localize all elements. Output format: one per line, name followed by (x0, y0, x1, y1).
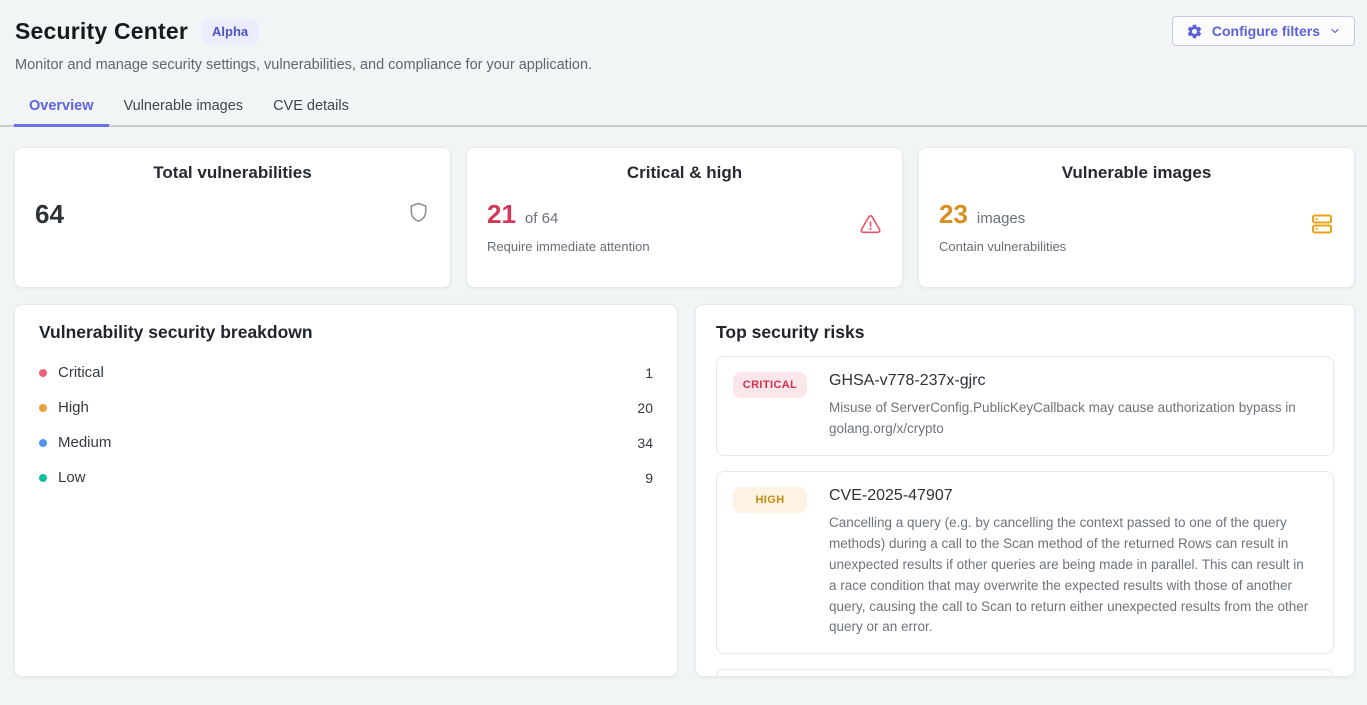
chevron-down-icon (1329, 25, 1341, 37)
stat-cards-row: Total vulnerabilities 64 Critical & high (14, 147, 1355, 288)
stat-card-title: Total vulnerabilities (35, 163, 430, 183)
low-dot-icon (39, 474, 47, 482)
breakdown-legend: Critical 1 High 20 Medium 34 (39, 355, 653, 495)
gear-icon (1186, 23, 1203, 40)
vulnerable-images-value: 23 (939, 199, 968, 230)
tab-bar: Overview Vulnerable images CVE details (0, 90, 1367, 127)
top-risks-title: Top security risks (716, 322, 1334, 343)
legend-value-low: 9 (645, 470, 653, 486)
severity-badge-high: HIGH (733, 487, 807, 513)
total-vulnerabilities-card: Total vulnerabilities 64 (14, 147, 451, 288)
page-subtitle: Monitor and manage security settings, vu… (15, 57, 1355, 73)
vulnerable-images-card: Vulnerable images 23 images Contain vuln… (918, 147, 1355, 288)
warning-triangle-icon (859, 213, 882, 241)
risk-list: CRITICAL GHSA-v778-237x-gjrc Misuse of S… (716, 356, 1334, 677)
risk-card-ghsa-v778-237x-gjrc[interactable]: CRITICAL GHSA-v778-237x-gjrc Misuse of S… (716, 356, 1334, 456)
legend-row-low: Low 9 (39, 460, 653, 495)
stat-card-title: Critical & high (487, 163, 882, 183)
legend-label-medium: Medium (58, 434, 111, 451)
risk-id: CVE-2025-47907 (829, 487, 1317, 505)
high-dot-icon (39, 404, 47, 412)
vulnerable-images-caption: Contain vulnerabilities (939, 239, 1066, 254)
risk-description: Misuse of ServerConfig.PublicKeyCallback… (829, 398, 1317, 440)
configure-filters-button[interactable]: Configure filters (1172, 16, 1355, 46)
top-security-risks-panel: Top security risks CRITICAL GHSA-v778-23… (695, 304, 1355, 677)
severity-badge-critical: CRITICAL (733, 372, 807, 398)
vulnerability-breakdown-panel: Vulnerability security breakdown Critica… (14, 304, 678, 677)
critical-high-value: 21 (487, 199, 516, 230)
legend-row-medium: Medium 34 (39, 425, 653, 460)
stat-card-title: Vulnerable images (939, 163, 1334, 183)
page-title: Security Center (15, 18, 188, 45)
critical-dot-icon (39, 369, 47, 377)
legend-value-medium: 34 (637, 435, 653, 451)
critical-high-suffix: of 64 (525, 210, 558, 227)
total-vulnerabilities-value: 64 (35, 199, 64, 230)
server-stack-icon (1310, 212, 1334, 241)
risk-description: Cancelling a query (e.g. by cancelling t… (829, 513, 1317, 639)
critical-high-caption: Require immediate attention (487, 239, 650, 254)
legend-label-low: Low (58, 469, 86, 486)
shield-icon (407, 200, 430, 230)
legend-value-high: 20 (637, 400, 653, 416)
legend-row-critical: Critical 1 (39, 355, 653, 390)
critical-high-card: Critical & high 21 of 64 Require immedia… (466, 147, 903, 288)
medium-dot-icon (39, 439, 47, 447)
risk-id: GHSA-v778-237x-gjrc (829, 372, 1317, 390)
bottom-panels-row: Vulnerability security breakdown Critica… (14, 304, 1355, 677)
page-header: Security Center Alpha Configure filters … (0, 0, 1367, 73)
risk-card-cve-2025-9086[interactable]: HIGH CVE-2025-9086 (716, 669, 1334, 677)
tab-vulnerable-images[interactable]: Vulnerable images (109, 90, 259, 125)
main-content: Total vulnerabilities 64 Critical & high (0, 127, 1367, 677)
breakdown-title: Vulnerability security breakdown (39, 322, 653, 343)
configure-filters-label: Configure filters (1212, 23, 1320, 39)
vulnerable-images-suffix: images (977, 210, 1025, 227)
legend-label-critical: Critical (58, 364, 104, 381)
alpha-badge: Alpha (201, 19, 259, 44)
tab-cve-details[interactable]: CVE details (258, 90, 364, 125)
risk-card-cve-2025-47907[interactable]: HIGH CVE-2025-47907 Cancelling a query (… (716, 471, 1334, 655)
tab-overview[interactable]: Overview (14, 90, 109, 125)
legend-value-critical: 1 (645, 365, 653, 381)
legend-label-high: High (58, 399, 89, 416)
legend-row-high: High 20 (39, 390, 653, 425)
